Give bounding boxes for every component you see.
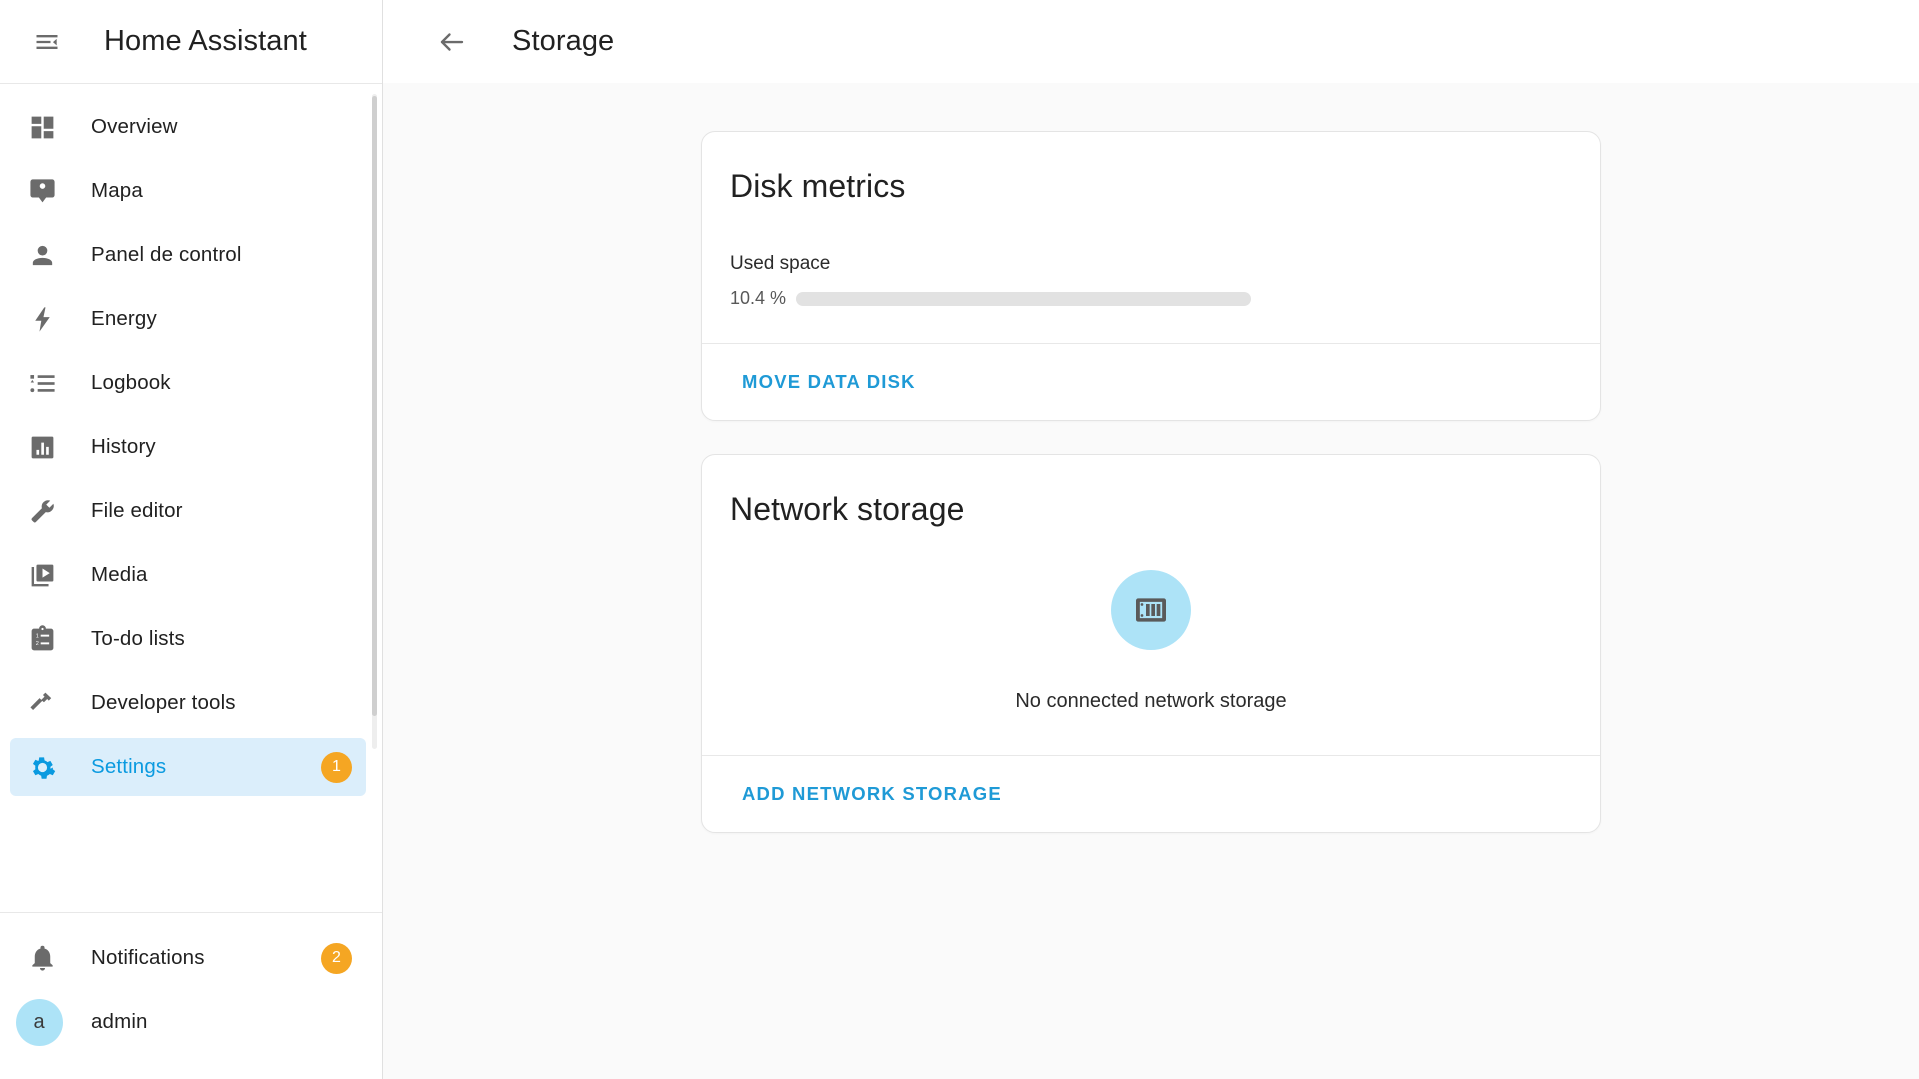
menu-collapse-icon[interactable] (18, 13, 76, 71)
sidebar-footer: Notifications 2 a admin (0, 912, 382, 1079)
sidebar-item-label: Developer tools (91, 691, 236, 714)
format-list-bulleted-icon (25, 366, 59, 400)
sidebar-item-label: History (91, 435, 156, 458)
network-storage-body: Network storage No connected network sto… (702, 455, 1600, 755)
sidebar-item-label: Settings (91, 755, 167, 778)
view-dashboard-icon (25, 110, 59, 144)
hammer-icon (25, 686, 59, 720)
network-storage-card: Network storage No connected network sto… (701, 454, 1601, 833)
sidebar-scrollbar-thumb[interactable] (372, 96, 377, 716)
sidebar-item-user-profile[interactable]: a admin (10, 993, 366, 1051)
lightning-bolt-icon (25, 302, 59, 336)
sidebar-item-label: Media (91, 563, 148, 586)
sidebar-item-label: Energy (91, 307, 157, 330)
sidebar-item-label: Mapa (91, 179, 143, 202)
sidebar: Home Assistant Overview Mapa Panel de co (0, 0, 383, 1079)
page-toolbar: Storage (383, 0, 1919, 83)
avatar-initial: a (15, 998, 63, 1046)
sidebar-item-history[interactable]: History (10, 418, 366, 476)
cog-icon (25, 750, 59, 784)
sidebar-item-overview[interactable]: Overview (10, 98, 366, 156)
sidebar-nav-list: Overview Mapa Panel de control Energy Lo… (0, 83, 382, 912)
sidebar-item-file-editor[interactable]: File editor (10, 482, 366, 540)
map-marker-account-icon (25, 174, 59, 208)
sidebar-item-to-do-lists[interactable]: 12 To-do lists (10, 610, 366, 668)
sidebar-item-settings[interactable]: Settings 1 (10, 738, 366, 796)
app-title: Home Assistant (104, 25, 307, 57)
sidebar-item-label: admin (91, 1010, 148, 1033)
wrench-icon (25, 494, 59, 528)
arrow-left-icon[interactable] (423, 13, 481, 71)
used-space-label: Used space (730, 253, 831, 274)
sidebar-item-media[interactable]: Media (10, 546, 366, 604)
network-storage-actions: ADD NETWORK STORAGE (702, 755, 1600, 832)
clipboard-list-icon: 12 (25, 622, 59, 656)
disk-metrics-body: Disk metrics Used space 10.4 % (702, 132, 1600, 343)
nas-icon (1111, 570, 1191, 650)
sidebar-item-label: To-do lists (91, 627, 185, 650)
network-storage-empty-text: No connected network storage (1015, 690, 1287, 712)
status-badge: 1 (321, 751, 352, 783)
sidebar-item-energy[interactable]: Energy (10, 290, 366, 348)
sidebar-item-developer-tools[interactable]: Developer tools (10, 674, 366, 732)
sidebar-item-label: Logbook (91, 371, 171, 394)
used-space-value: 10.4 % (730, 288, 787, 308)
card-title: Network storage (730, 491, 965, 527)
move-data-disk-button[interactable]: MOVE DATA DISK (730, 361, 928, 403)
page-title: Storage (512, 25, 615, 57)
add-network-storage-button[interactable]: ADD NETWORK STORAGE (730, 773, 1014, 815)
sidebar-item-notifications[interactable]: Notifications 2 (10, 929, 366, 987)
status-badge: 2 (321, 942, 352, 974)
sidebar-item-logbook[interactable]: Logbook (10, 354, 366, 412)
sidebar-item-label: Notifications (91, 946, 205, 969)
account-icon (25, 238, 59, 272)
sidebar-header: Home Assistant (0, 0, 382, 83)
chart-box-icon (25, 430, 59, 464)
play-box-multiple-icon (25, 558, 59, 592)
svg-text:2: 2 (35, 641, 38, 647)
sidebar-item-label: File editor (91, 499, 183, 522)
avatar: a (15, 998, 63, 1046)
app-root: Home Assistant Overview Mapa Panel de co (0, 0, 1919, 1079)
disk-metrics-actions: MOVE DATA DISK (702, 343, 1600, 420)
svg-text:1: 1 (35, 633, 38, 639)
used-space-progress-bar (796, 291, 1251, 306)
bell-icon (25, 941, 59, 975)
sidebar-item-label: Overview (91, 115, 178, 138)
card-title: Disk metrics (730, 168, 906, 204)
sidebar-item-mapa[interactable]: Mapa (10, 162, 366, 220)
content-scroll-area: Disk metrics Used space 10.4 % MOVE DATA… (383, 83, 1919, 1079)
main-content: Storage Disk metrics Used space 10.4 % M… (383, 0, 1919, 1079)
sidebar-item-label: Panel de control (91, 243, 242, 266)
disk-metrics-card: Disk metrics Used space 10.4 % MOVE DATA… (701, 131, 1601, 421)
network-storage-empty-state: No connected network storage (730, 528, 1572, 721)
sidebar-item-panel-de-control[interactable]: Panel de control (10, 226, 366, 284)
used-space-row: 10.4 % (730, 288, 1572, 309)
